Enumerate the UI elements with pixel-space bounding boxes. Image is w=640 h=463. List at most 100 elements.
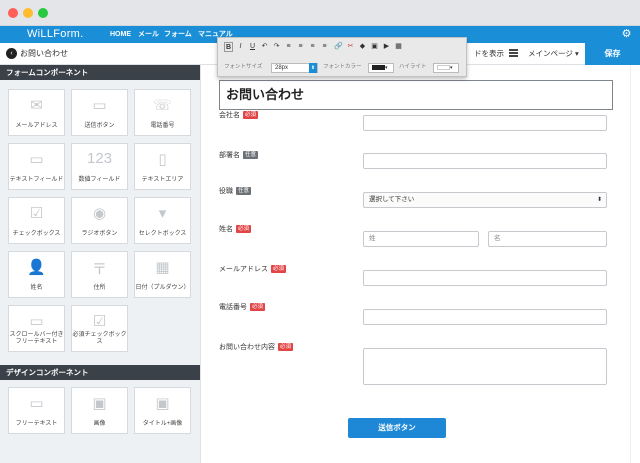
form-title-block[interactable]: お問い合わせ [219,80,613,110]
image-icon[interactable]: ▣ [370,42,379,52]
email-input[interactable] [363,270,607,286]
component-tile[interactable]: ▯ テキストエリア [134,143,191,190]
back-icon[interactable]: ‹ [6,48,17,59]
app-logo[interactable]: WiLLForm. [27,27,83,42]
label-position: 役職 任意 [219,187,252,195]
bold-icon[interactable]: B [224,42,233,52]
color-swatch [437,64,450,70]
canvas-scrollbar[interactable] [630,65,640,463]
component-label: 送信ボタン [84,123,115,129]
checkbox-icon: ☑ [29,205,44,222]
align-justify-icon[interactable]: ≡ [320,42,329,52]
company-input[interactable] [363,115,607,131]
component-label: メールアドレス [15,123,58,129]
align-center-icon[interactable]: ≡ [296,42,305,52]
font-size-label: フォントサイズ [224,64,263,70]
gear-icon[interactable]: ⚙ [620,28,633,41]
required-check-icon: ☑ [92,313,107,330]
label-phone: 電話番号 必須 [219,303,266,311]
component-tile[interactable]: ☑ チェックボックス [8,197,65,244]
submit-button[interactable]: 送信ボタン [348,418,446,438]
textarea-icon: ▯ [158,151,167,168]
label-email: メールアドレス 必須 [219,265,287,273]
component-tile[interactable]: ▾ セレクトボックス [134,197,191,244]
mail-icon: ✉ [30,97,43,114]
component-label: 数値フィールド [78,177,121,183]
component-label: テキストエリア [141,177,184,183]
component-tile[interactable]: 123 数値フィールド [71,143,128,190]
align-left-icon[interactable]: ≡ [284,42,293,52]
form-title[interactable]: お問い合わせ [226,81,304,108]
form-canvas: お問い合わせ 会社名 必須 部署名 任意 役職 任意 選択して下さい ⬍ 姓名 必須 姓 … [212,65,630,463]
highlight-label: ハイライト [399,64,427,70]
text-format-toolbar: B I U ↶ ↷ ≡ ≡ ≡ ≡ 🔗 ✂ ◆ ▣ ▶ ▦ フォントサイズ 28… [217,37,467,77]
department-input[interactable] [363,153,607,169]
show-sidebar-link[interactable]: ドを表示 [474,43,504,64]
component-tile[interactable]: 👤 姓名 [8,251,65,298]
select-icon: ▾ [158,205,167,222]
first-name-input[interactable]: 名 [488,231,607,247]
minimize-dot-icon[interactable] [23,8,33,18]
component-tile[interactable]: ◉ ラジオボタン [71,197,128,244]
required-badge: 必須 [243,111,259,119]
position-select[interactable]: 選択して下さい ⬍ [363,192,607,208]
component-tile[interactable]: ▣ 画像 [71,387,128,434]
source-icon[interactable]: ▦ [394,42,403,52]
component-tile[interactable]: ▭ テキストフィールド [8,143,65,190]
component-label: フリーテキスト [15,421,58,427]
component-tile[interactable]: ▦ 日付（プルダウン） [134,251,191,298]
font-color-picker[interactable]: ▾ [368,63,394,73]
component-tile[interactable]: ☏ 電話番号 [134,89,191,136]
undo-icon[interactable]: ↶ [260,42,269,52]
first-name-placeholder: 名 [494,235,501,242]
eraser-icon[interactable]: ◆ [358,42,367,52]
page-select-value: メインページ [528,49,573,58]
highlight-picker[interactable]: ▾ [433,63,459,73]
font-size-select[interactable]: 28px ⬍ [271,63,318,73]
phone-input[interactable] [363,309,607,325]
sidebar-scrollbar[interactable] [200,65,212,463]
nav-form[interactable]: フォーム [164,26,192,43]
nav-mail[interactable]: メール [138,26,159,43]
save-button[interactable]: 保存 [585,43,640,65]
phone-icon: ☏ [153,97,172,114]
close-dot-icon[interactable] [8,8,18,18]
align-right-icon[interactable]: ≡ [308,42,317,52]
component-label: テキストフィールド [9,177,64,183]
component-tile[interactable]: ☑ 必須チェックボックス [71,305,128,352]
last-name-input[interactable]: 姓 [363,231,479,247]
radio-icon: ◉ [92,205,107,222]
component-label: 住所 [93,285,106,291]
video-icon[interactable]: ▶ [382,42,391,52]
inquiry-textarea[interactable] [363,348,607,385]
page-select[interactable]: メインページ ▾ [528,43,579,64]
required-badge: 必須 [250,303,266,311]
component-tile[interactable]: ▭ フリーテキスト [8,387,65,434]
font-color-label: フォントカラー [323,64,362,70]
label-company: 会社名 必須 [219,111,259,119]
component-tile[interactable]: 〒住所 [71,251,128,298]
component-tile[interactable]: ▭ スクロールバー付き フリーテキスト [8,305,65,352]
label-name: 姓名 必須 [219,225,252,233]
zoom-dot-icon[interactable] [38,8,48,18]
component-label: 必須チェックボックス [72,332,127,345]
italic-icon[interactable]: I [236,42,245,52]
component-tile[interactable]: ✉ メールアドレス [8,89,65,136]
redo-icon[interactable]: ↷ [272,42,281,52]
underline-icon[interactable]: U [248,42,257,52]
chevron-down-icon: ▾ [385,65,388,71]
component-label: ラジオボタン [81,231,118,237]
component-tile[interactable]: ▣ タイトル+画像 [134,387,191,434]
component-label: 電話番号 [150,123,175,129]
nav-home[interactable]: HOME [110,26,131,43]
component-tile[interactable]: ▭ 送信ボタン [71,89,128,136]
optional-badge: 任意 [236,187,252,195]
component-label: チェックボックス [12,231,61,237]
menu-icon[interactable] [509,49,518,57]
link-icon[interactable]: 🔗 [334,42,343,52]
component-label: スクロールバー付き フリーテキスト [9,332,64,345]
form-name[interactable]: お問い合わせ [20,43,68,64]
button-icon: ▭ [92,97,107,114]
unlink-icon[interactable]: ✂ [346,42,355,52]
postal-icon: 〒 [91,261,108,278]
